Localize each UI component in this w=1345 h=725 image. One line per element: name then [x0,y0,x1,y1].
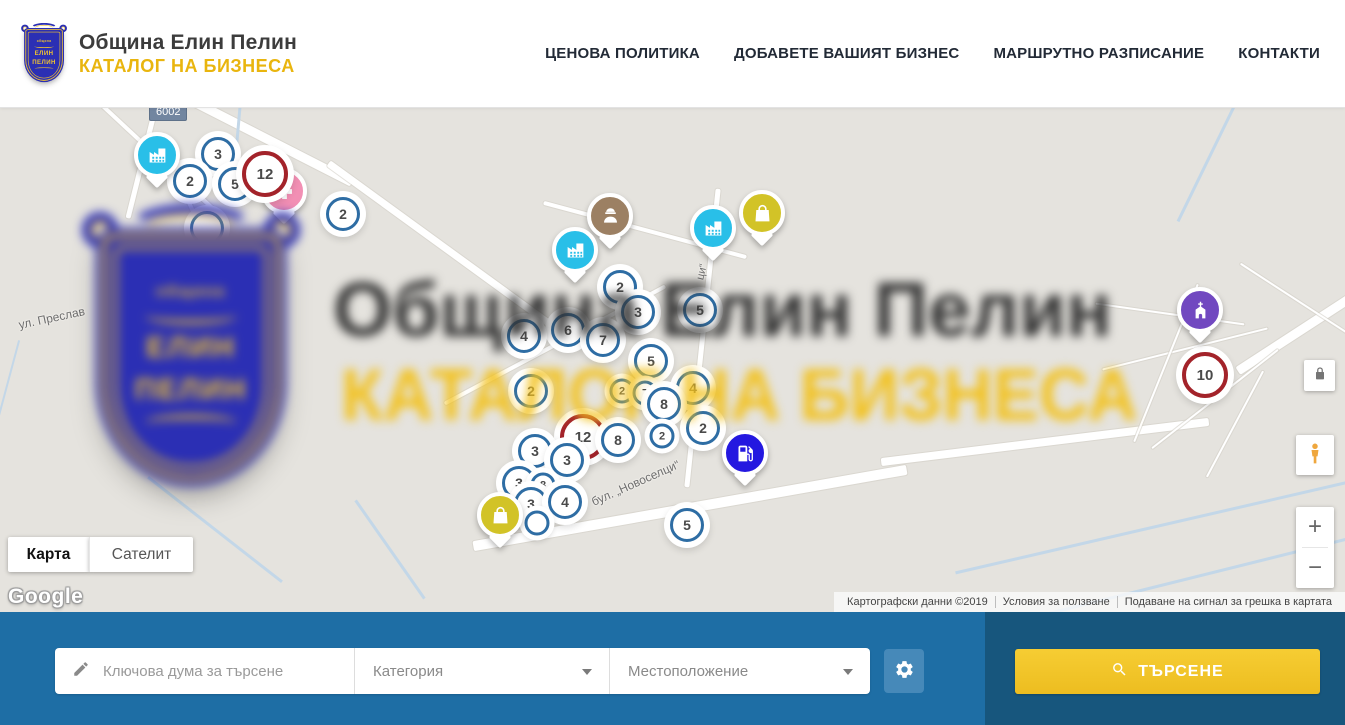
map-type-map-button[interactable]: Карта [8,537,89,572]
cluster-marker[interactable]: 2 [610,379,635,404]
search-submit-button[interactable]: ТЪРСЕНЕ [1015,649,1320,694]
brand-title: Община Елин Пелин [79,31,297,55]
cluster-marker[interactable]: 2 [514,374,548,408]
factory-icon [134,132,180,178]
lock-icon [1312,366,1328,385]
pencil-icon [72,660,90,683]
cluster-marker[interactable]: 3 [201,137,235,171]
map-type-satellite-button[interactable]: Сателит [89,537,193,572]
cluster-marker[interactable]: 3 [621,295,655,329]
municipality-crest-logo: община ЕЛИН ПЕЛИН [22,25,67,83]
factory-icon [690,205,736,251]
lock-control-button[interactable] [1304,360,1335,391]
cluster-marker[interactable]: 2 [326,197,360,231]
advanced-search-button[interactable] [884,649,924,693]
cluster-marker[interactable]: 8 [601,423,635,457]
cluster-marker[interactable]: 5 [683,293,717,327]
fuel-icon [722,430,768,476]
cluster-marker[interactable]: 4 [507,319,541,353]
markers-layer: 32512223564752274822128333834510 [0,108,1345,612]
crest-top-text: община [37,39,52,43]
category-select-value: Категория [373,663,443,680]
brand-logo-link[interactable]: община ЕЛИН ПЕЛИН Община Елин Пелин КАТА… [22,25,297,83]
cluster-marker[interactable]: 10 [1182,352,1228,398]
crest-graphic: община ЕЛИН ПЕЛИН [22,25,66,81]
street-view-pegman-button[interactable] [1296,435,1334,475]
cluster-marker[interactable]: 12 [242,151,288,197]
shopping-bag-icon [739,190,785,236]
cluster-marker[interactable]: 8 [647,387,681,421]
search-icon [1111,661,1128,683]
cluster-marker[interactable]: 4 [676,371,710,405]
main-nav: ЦЕНОВА ПОЛИТИКА ДОБАВЕТЕ ВАШИЯТ БИЗНЕС М… [545,45,1320,62]
keyword-search-input[interactable] [103,663,354,680]
brand-text: Община Елин Пелин КАТАЛОГ НА БИЗНЕСА [79,31,297,77]
header: община ЕЛИН ПЕЛИН Община Елин Пелин КАТА… [0,0,1345,108]
google-logo[interactable]: Google [8,585,83,609]
cluster-marker[interactable] [190,211,224,245]
gear-icon [894,659,915,683]
brand-subtitle: КАТАЛОГ НА БИЗНЕСА [79,56,297,77]
zoom-in-button[interactable]: + [1296,507,1334,547]
category-pin[interactable] [722,430,768,476]
zoom-control: + − [1296,507,1334,588]
cluster-marker[interactable]: 2 [650,424,675,449]
cluster-marker[interactable]: 3 [550,443,584,477]
attribution-terms-link[interactable]: Условия за ползване [995,596,1117,608]
cluster-marker[interactable]: 6 [551,313,585,347]
search-bar: Категория Местоположение ТЪРСЕНЕ [0,612,1345,725]
caret-down-icon [582,669,592,675]
attribution-report-error-link[interactable]: Подаване на сигнал за грешка в картата [1117,596,1339,608]
nav-item-route-schedule[interactable]: МАРШРУТНО РАЗПИСАНИЕ [993,45,1204,62]
attribution-copyright: Картографски данни ©2019 [840,596,995,608]
cluster-marker[interactable]: 4 [548,485,582,519]
nav-item-pricing[interactable]: ЦЕНОВА ПОЛИТИКА [545,45,700,62]
cluster-marker[interactable]: 2 [686,411,720,445]
factory-icon [552,227,598,273]
church-icon [1177,287,1223,333]
crest-shield: община ЕЛИН ПЕЛИН [25,29,62,81]
category-pin[interactable] [552,227,598,273]
category-pin[interactable] [690,205,736,251]
crest-ornament-bottom [34,67,53,70]
cluster-marker[interactable]: 5 [634,344,668,378]
crest-ornament-top [34,44,53,47]
location-select-value: Местоположение [628,663,748,680]
nav-item-contacts[interactable]: КОНТАКТИ [1238,45,1320,62]
search-button-label: ТЪРСЕНЕ [1138,663,1223,681]
category-select[interactable]: Категория [355,648,610,694]
cluster-marker[interactable]: 5 [670,508,704,542]
map-canvas[interactable]: 6002 ул. Преслав бул. „Новоселци“ ци“ 32… [0,108,1345,612]
shopping-bag-icon [477,492,523,538]
map-type-control: Карта Сателит [8,537,193,572]
location-select[interactable]: Местоположение [610,648,870,694]
nav-item-add-business[interactable]: ДОБАВЕТЕ ВАШИЯТ БИЗНЕС [734,45,959,62]
cluster-marker[interactable]: 7 [586,323,620,357]
crest-name-line1: ЕЛИН [35,49,54,56]
cluster-marker[interactable] [525,511,550,536]
category-pin[interactable] [739,190,785,236]
map-attribution: Картографски данни ©2019 Условия за полз… [834,592,1345,612]
pegman-icon [1304,441,1326,470]
keyword-field-section [55,648,355,694]
caret-down-icon [843,669,853,675]
zoom-out-button[interactable]: − [1296,548,1334,588]
category-pin[interactable] [477,492,523,538]
category-pin[interactable] [1177,287,1223,333]
category-pin[interactable] [134,132,180,178]
page: община ЕЛИН ПЕЛИН Община Елин Пелин КАТА… [0,0,1345,725]
crest-name-line2: ПЕЛИН [32,58,56,65]
cluster-marker[interactable]: 3 [518,434,552,468]
search-field-group: Категория Местоположение [55,648,870,694]
